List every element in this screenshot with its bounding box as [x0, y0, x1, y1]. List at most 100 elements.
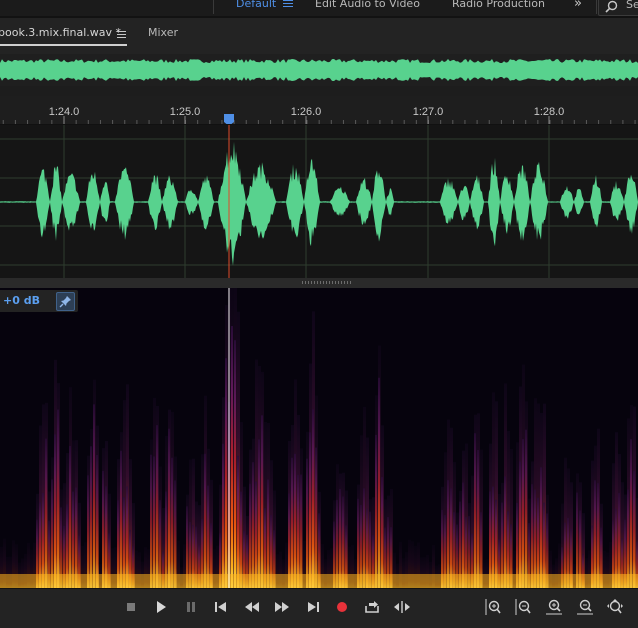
spectral-column: [519, 461, 521, 588]
divider-grip-icon[interactable]: [302, 281, 352, 284]
spectral-column: [240, 491, 242, 588]
spectral-column: [291, 457, 293, 588]
zoom-out-time-button[interactable]: [576, 598, 594, 616]
spectral-column: [633, 471, 635, 588]
pause-button[interactable]: [182, 598, 200, 616]
spectral-column: [252, 462, 254, 588]
ruler-svg: 1:24.0 1:25.0 1:26.0 1:27.0 1:28.0: [2, 106, 636, 126]
fast-forward-icon: [275, 602, 289, 612]
spectral-column: [450, 488, 452, 588]
zoom-in-time-button[interactable]: [545, 598, 563, 616]
workspace-bar: Default Edit Audio to Video Radio Produc…: [0, 0, 638, 16]
spectral-column: [363, 488, 365, 588]
spectral-column: [261, 415, 263, 588]
spectral-column: [234, 340, 236, 588]
spectral-column: [255, 481, 257, 588]
spectral-column: [96, 455, 98, 588]
spectral-column: [75, 487, 77, 588]
hud-volume[interactable]: +0 dB: [0, 290, 78, 312]
spectral-column: [258, 439, 260, 588]
zoom-in-selection-icon: [607, 599, 623, 614]
spectral-column: [120, 450, 122, 588]
ruler-label: 1:27.0: [413, 106, 444, 118]
spectral-column: [288, 493, 290, 588]
spectral-column: [618, 493, 620, 588]
spectral-column: [489, 491, 491, 588]
spectral-column: [267, 479, 269, 588]
skip-to-end-button[interactable]: [304, 598, 322, 616]
overview-waveform[interactable]: [0, 54, 638, 86]
tab-mixer[interactable]: Mixer: [148, 26, 178, 39]
transport-bar: [0, 588, 638, 628]
spectral-svg: [0, 288, 638, 588]
ruler-label: 1:24.0: [49, 106, 80, 118]
spectral-column: [531, 484, 533, 588]
overview-wave-shape: [0, 59, 638, 81]
gain-readout[interactable]: +0 dB: [3, 294, 40, 307]
spectral-column: [375, 434, 377, 588]
ruler-label: 1:28.0: [534, 106, 565, 118]
zoom-out-time-icon: [577, 599, 593, 615]
spectral-column: [105, 486, 107, 588]
spectral-column: [294, 453, 296, 588]
tab-file[interactable]: book.3.mix.final.wav *: [0, 26, 121, 39]
play-button[interactable]: [152, 598, 170, 616]
spectral-column: [72, 491, 74, 588]
zoom-in-selection-button[interactable]: [606, 598, 624, 616]
spectral-column: [153, 456, 155, 588]
spectral-column: [492, 486, 494, 588]
spectral-column: [171, 457, 173, 588]
spectral-column: [42, 492, 44, 588]
workspace-edit-audio-to-video[interactable]: Edit Audio to Video: [315, 0, 420, 10]
spectral-column: [237, 455, 239, 588]
active-tab-indicator: [0, 44, 127, 46]
stop-icon: [127, 603, 135, 611]
workspace-menu-icon[interactable]: [283, 0, 293, 8]
skip-to-start-button[interactable]: [212, 598, 230, 616]
spectral-column: [93, 404, 95, 588]
workspace-radio-production[interactable]: Radio Production: [452, 0, 545, 10]
time-ruler[interactable]: 1:24.0 1:25.0 1:26.0 1:27.0 1:28.0: [0, 96, 638, 126]
pin-icon: [59, 296, 71, 308]
spectral-frequency-display[interactable]: [0, 288, 638, 588]
workspace-default[interactable]: Default: [236, 0, 276, 10]
spectral-column: [51, 479, 53, 588]
spectral-column: [57, 409, 59, 588]
record-icon: [337, 602, 347, 612]
pin-hud-button[interactable]: [56, 292, 75, 311]
spectral-column: [630, 439, 632, 588]
spectral-column: [447, 480, 449, 588]
pause-icon: [187, 602, 195, 612]
workspace-separator: [213, 0, 214, 14]
zoom-in-amplitude-button[interactable]: [484, 598, 502, 616]
skip-selection-button[interactable]: [393, 598, 411, 616]
spectral-column: [306, 458, 308, 588]
more-workspaces-icon[interactable]: »: [574, 0, 582, 11]
spectral-column: [534, 489, 536, 588]
search-help-input[interactable]: Se: [598, 0, 638, 16]
spectral-column: [225, 358, 227, 588]
spectral-column: [126, 486, 128, 588]
loop-icon: [365, 601, 379, 613]
record-button[interactable]: [333, 598, 351, 616]
panel-menu-icon[interactable]: [117, 31, 126, 40]
spectral-column: [594, 480, 596, 588]
stop-button[interactable]: [122, 598, 140, 616]
zoom-in-time-icon: [546, 599, 562, 615]
spectral-column: [378, 377, 380, 588]
skip-start-icon: [215, 602, 226, 612]
zoom-out-amplitude-button[interactable]: [514, 598, 532, 616]
search-icon: [605, 0, 618, 13]
spectral-column: [87, 475, 89, 588]
loop-playback-button[interactable]: [363, 598, 381, 616]
waveform-display[interactable]: [0, 125, 638, 278]
rewind-button[interactable]: [243, 598, 261, 616]
rewind-icon: [245, 602, 259, 612]
waveform-shape: [0, 141, 638, 266]
overview-wave-svg: [0, 59, 638, 81]
spectral-column: [300, 474, 302, 588]
playhead-marker[interactable]: [224, 114, 234, 126]
spectral-column: [315, 447, 317, 588]
fast-forward-button[interactable]: [273, 598, 291, 616]
spectral-column: [297, 474, 299, 588]
